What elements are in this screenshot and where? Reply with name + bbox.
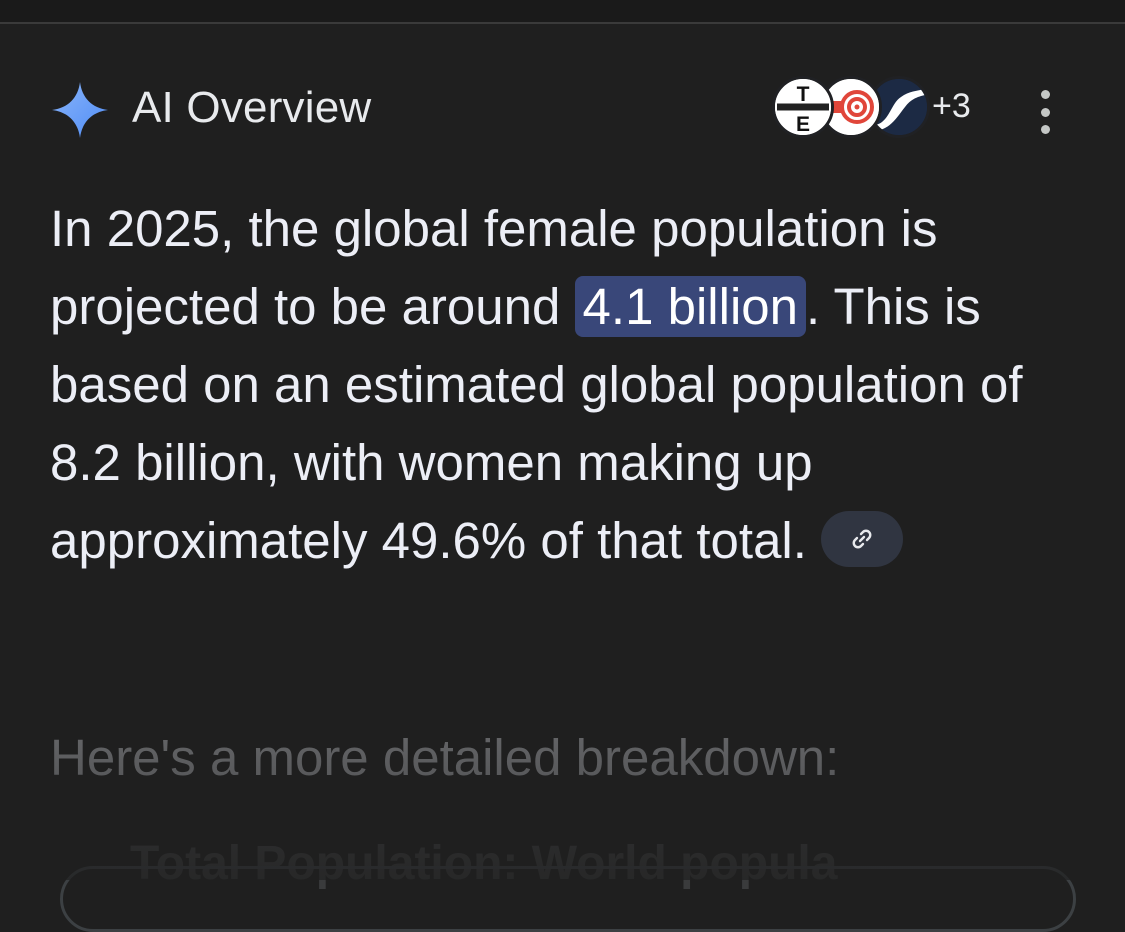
svg-text:E: E xyxy=(796,113,810,135)
source-avatars[interactable]: T E +3 xyxy=(772,76,992,140)
gemini-sparkle-icon xyxy=(52,82,108,138)
ai-answer-text: In 2025, the global female population is… xyxy=(50,190,1090,580)
more-options-icon[interactable] xyxy=(1032,90,1058,134)
breakdown-heading: Here's a more detailed breakdown: xyxy=(50,729,840,786)
show-more-card[interactable] xyxy=(60,866,1076,932)
svg-text:T: T xyxy=(797,83,810,106)
more-sources-count[interactable]: +3 xyxy=(932,86,971,126)
source-link-chip[interactable] xyxy=(820,510,903,567)
top-divider-bar xyxy=(0,0,1125,24)
link-icon xyxy=(852,529,872,548)
ai-overview-title: AI Overview xyxy=(132,83,372,132)
ai-overview-header: AI Overview T E +3 xyxy=(48,76,1088,140)
te-source-icon[interactable]: T E xyxy=(772,76,834,138)
highlighted-value: 4.1 billion xyxy=(574,276,807,337)
